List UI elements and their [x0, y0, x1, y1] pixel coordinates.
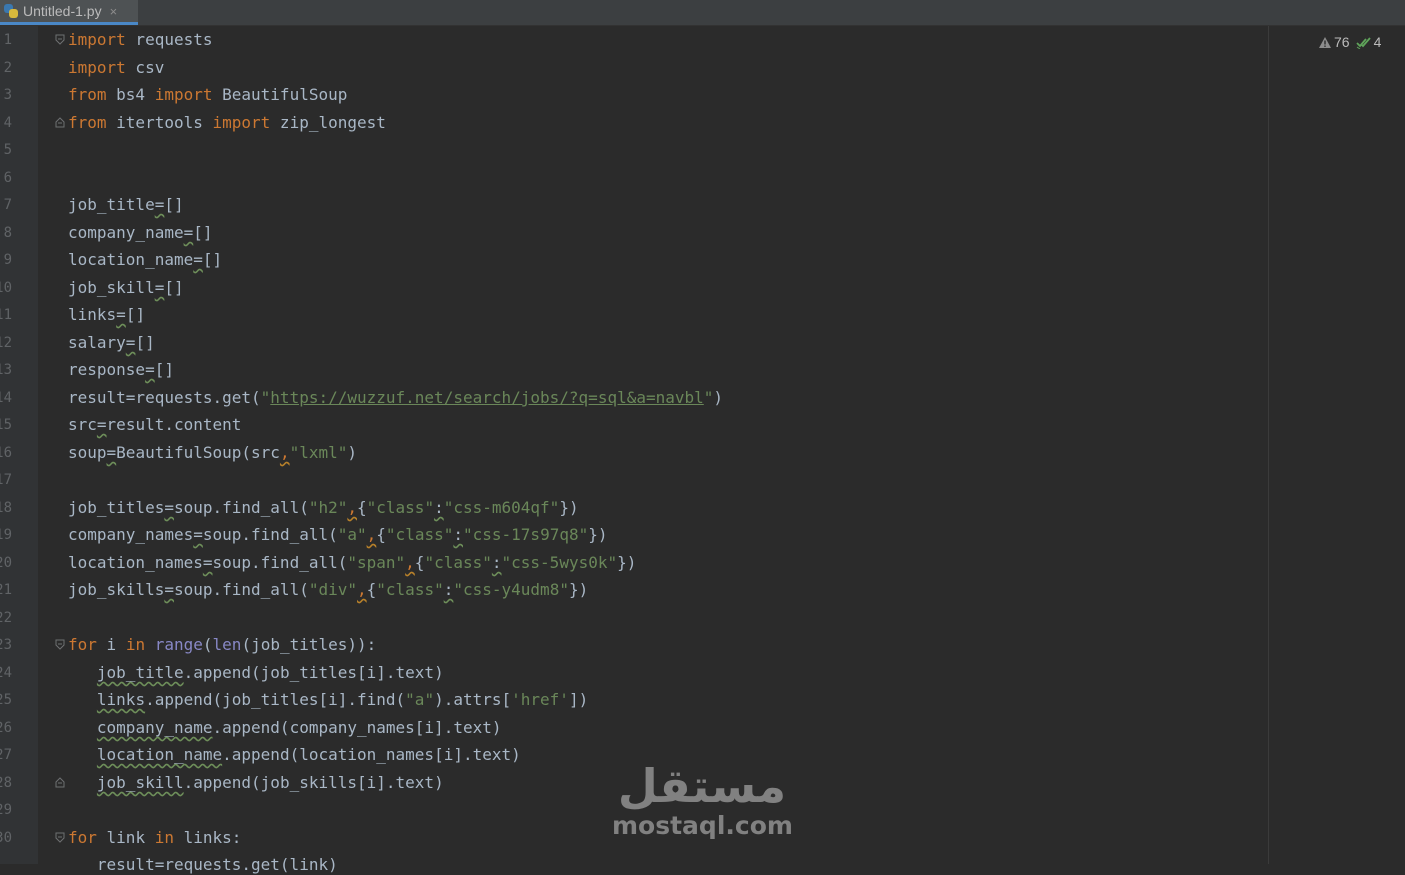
code-line-11: links=[]: [68, 305, 146, 324]
weak-warnings-count[interactable]: 4: [1355, 34, 1381, 50]
watermark-latin: mostaql.com: [612, 811, 793, 840]
line-number: 23: [0, 637, 12, 653]
warnings-count[interactable]: 76: [1318, 34, 1350, 50]
code-line-18: job_titles=soup.find_all("h2",{"class":"…: [68, 498, 579, 517]
line-number: 14: [0, 390, 12, 406]
warning-triangle-icon: [1319, 36, 1331, 48]
line-number: 16: [0, 445, 12, 461]
code-line-21: job_skills=soup.find_all("div",{"class":…: [68, 580, 589, 599]
line-number: 24: [0, 665, 12, 681]
line-number: 21: [0, 582, 12, 598]
tab-filename: Untitled-1.py: [23, 3, 102, 19]
line-number: 11: [0, 307, 12, 323]
code-line-2: import csv: [68, 58, 165, 77]
code-line-15: src=result.content: [68, 415, 242, 434]
editor-tab-bar: Untitled-1.py ×: [0, 0, 1405, 26]
code-line-26: company_name.append(company_names[i].tex…: [96, 718, 502, 737]
close-tab-icon[interactable]: ×: [110, 4, 118, 19]
code-line-14: result=requests.get("https://wuzzuf.net/…: [68, 388, 724, 407]
line-number: 5: [3, 142, 12, 158]
code-line-30: for link in links:: [68, 828, 242, 847]
line-number: 6: [3, 170, 12, 186]
line-number: 2: [3, 60, 12, 76]
line-number: 27: [0, 747, 12, 763]
tab-untitled-1-py[interactable]: Untitled-1.py ×: [0, 0, 138, 25]
line-number: 7: [3, 197, 12, 213]
fold-marker-icon[interactable]: [55, 117, 65, 128]
python-file-icon: [3, 3, 19, 19]
line-number: 10: [0, 280, 12, 296]
code-line-25: links.append(job_titles[i].find("a").att…: [96, 690, 589, 709]
line-number: 17: [0, 472, 12, 488]
code-line-13: response=[]: [68, 360, 174, 379]
line-number: 22: [0, 610, 12, 626]
line-number: 29: [0, 802, 12, 818]
line-number: 15: [0, 417, 12, 433]
url-literal: https://wuzzuf.net/search/jobs/?q=sql&a=…: [270, 388, 704, 407]
code-line-28: job_skill.append(job_skills[i].text): [96, 773, 444, 792]
code-line-12: salary=[]: [68, 333, 155, 352]
code-line-7: job_title=[]: [68, 195, 184, 214]
line-number-gutter[interactable]: 1234567891011121314151617181920212223242…: [0, 26, 38, 864]
line-number: 13: [0, 362, 12, 378]
line-number: 25: [0, 692, 12, 708]
inspection-widget[interactable]: 76 4: [1318, 34, 1387, 50]
line-number: 1: [3, 32, 12, 48]
line-number: 30: [0, 830, 12, 846]
code-line-19: company_names=soup.find_all("a",{"class"…: [68, 525, 608, 544]
fold-marker-icon[interactable]: [55, 34, 65, 45]
code-line-9: location_name=[]: [68, 250, 223, 269]
line-number: 26: [0, 720, 12, 736]
code-line-27: location_name.append(location_names[i].t…: [96, 745, 521, 764]
code-line-3: from bs4 import BeautifulSoup: [68, 85, 348, 104]
line-number: 3: [3, 87, 12, 103]
code-line-16: soup=BeautifulSoup(src,"lxml"): [68, 443, 358, 462]
code-line-23: for i in range(len(job_titles)):: [68, 635, 377, 654]
code-line-24: job_title.append(job_titles[i].text): [96, 663, 444, 682]
right-margin-guide: [1268, 26, 1269, 864]
code-line-20: location_names=soup.find_all("span",{"cl…: [68, 553, 637, 572]
code-line-1: import requests: [68, 30, 213, 49]
line-number: 8: [3, 225, 12, 241]
fold-gutter: [38, 26, 62, 864]
line-number: 19: [0, 527, 12, 543]
code-line-4: from itertools import zip_longest: [68, 113, 386, 132]
code-line-8: company_name=[]: [68, 223, 213, 242]
code-line-10: job_skill=[]: [68, 278, 184, 297]
line-number: 28: [0, 775, 12, 791]
fold-marker-icon[interactable]: [55, 639, 65, 650]
line-number: 20: [0, 555, 12, 571]
fold-marker-icon[interactable]: [55, 832, 65, 843]
watermark-arabic: مستقل: [617, 759, 787, 813]
double-check-icon: [1355, 36, 1371, 49]
mostaql-watermark: مستقل mostaql.com: [612, 759, 793, 850]
fold-marker-icon[interactable]: [55, 777, 65, 788]
code-line-31: result=requests.get(link): [68, 855, 338, 874]
line-number: 9: [3, 252, 12, 268]
line-number: 18: [0, 500, 12, 516]
line-number: 4: [3, 115, 12, 131]
line-number: 12: [0, 335, 12, 351]
